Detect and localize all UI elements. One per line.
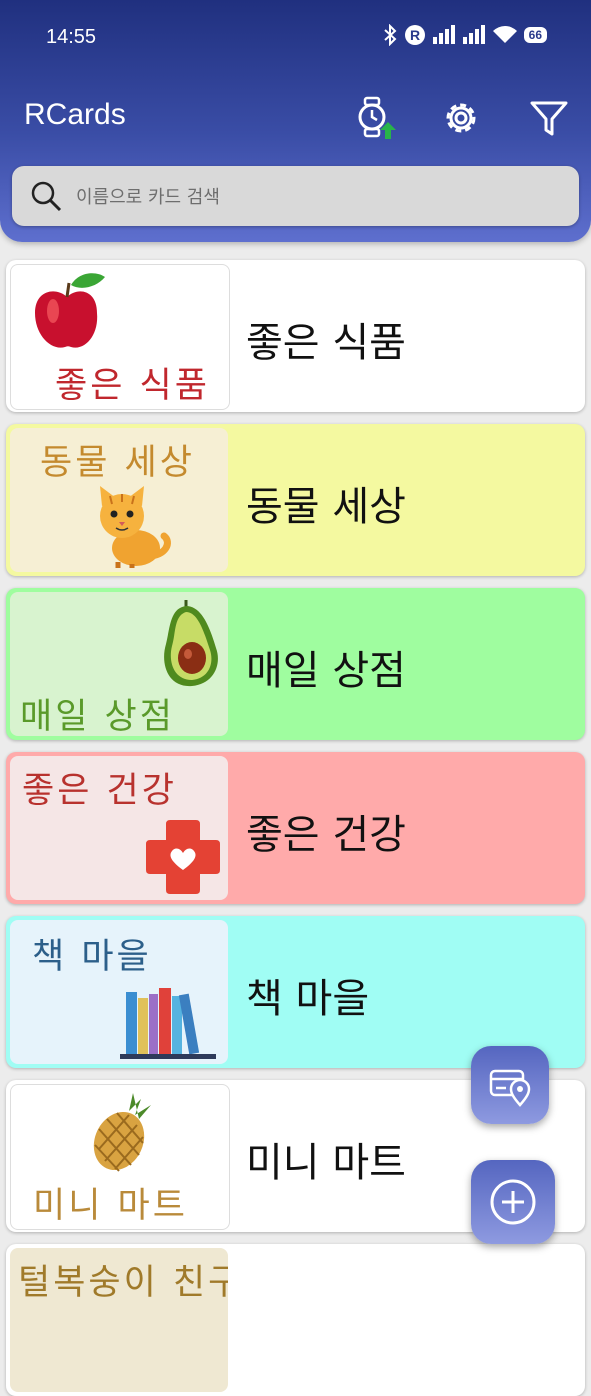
card-title: 책 마을 <box>246 976 370 1022</box>
card-item[interactable]: 좋은 식품 좋은 식품 <box>6 260 585 412</box>
status-icons: R 66 <box>382 24 547 46</box>
plus-circle-icon <box>490 1179 536 1225</box>
card-item[interactable]: 동물 세상 동물 세상 <box>6 424 585 576</box>
app-bar: 14:55 R 66 RCards <box>0 0 591 242</box>
card-item[interactable]: 털복숭이 친구 <box>6 1244 585 1396</box>
add-card-button[interactable] <box>471 1160 555 1244</box>
battery-level: 66 <box>523 27 547 43</box>
card-thumbnail: 좋은 식품 <box>10 264 230 410</box>
cat-icon <box>100 486 171 568</box>
card-thumbnail: 동물 세상 <box>10 428 228 572</box>
card-title: 좋은 건강 <box>246 812 406 858</box>
card-thumbnail: 매일 상점 <box>10 592 228 736</box>
card-thumbnail-label: 책 마을 <box>32 937 152 977</box>
wifi-icon <box>492 26 517 43</box>
card-title: 매일 상점 <box>246 648 406 694</box>
signal-icon <box>432 25 455 44</box>
bluetooth-icon <box>383 24 397 46</box>
search-bar[interactable] <box>12 166 579 228</box>
card-item[interactable]: 매일 상점 매일 상점 <box>6 588 585 740</box>
card-thumbnail: 미니 마트 <box>10 1084 230 1230</box>
medical-cross-icon <box>146 820 220 894</box>
avocado-icon <box>164 600 218 687</box>
card-thumbnail: 책 마을 <box>10 920 228 1064</box>
card-thumbnail-label: 좋은 건강 <box>22 771 177 811</box>
search-input[interactable] <box>74 166 568 228</box>
app-title: RCards <box>24 98 126 131</box>
filter-icon <box>530 101 568 136</box>
card-location-icon <box>489 1069 531 1107</box>
search-icon <box>31 181 62 212</box>
status-bar: 14:55 R 66 <box>0 0 591 75</box>
card-thumbnail-label: 좋은 식품 <box>55 366 210 406</box>
filter-button[interactable] <box>527 96 571 140</box>
card-title: 미니 마트 <box>246 1140 406 1186</box>
signal-icon-2 <box>462 25 485 44</box>
r-badge-icon: R <box>404 25 425 45</box>
card-title: 동물 세상 <box>246 484 406 530</box>
apple-icon <box>35 273 105 348</box>
card-location-button[interactable] <box>471 1046 549 1124</box>
watch-upload-icon <box>358 96 396 139</box>
books-icon <box>120 988 216 1059</box>
card-title: 좋은 식품 <box>246 320 406 366</box>
card-item[interactable]: 좋은 건강 좋은 건강 <box>6 752 585 904</box>
card-thumbnail-label: 동물 세상 <box>40 443 195 483</box>
gear-icon <box>446 103 476 133</box>
card-thumbnail: 털복숭이 친구 <box>10 1248 228 1392</box>
watch-upload-button[interactable] <box>354 96 398 140</box>
status-time: 14:55 <box>46 26 97 48</box>
pineapple-icon <box>93 1093 151 1172</box>
card-thumbnail: 좋은 건강 <box>10 756 228 900</box>
svg-text:R: R <box>410 27 420 43</box>
card-thumbnail-label: 매일 상점 <box>20 697 175 736</box>
settings-button[interactable] <box>439 96 483 140</box>
card-thumbnail-label: 미니 마트 <box>33 1186 188 1226</box>
